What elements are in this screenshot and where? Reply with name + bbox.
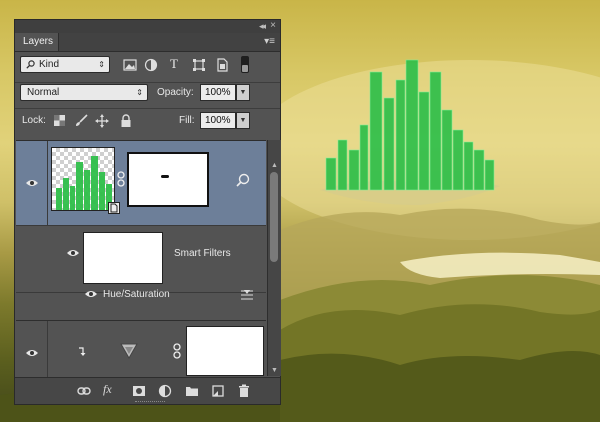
layer-mask-thumbnail[interactable] xyxy=(127,152,209,207)
blend-mode-label: Normal xyxy=(27,87,60,98)
gradient-map-adjustment-icon[interactable] xyxy=(120,343,138,359)
scroll-down-arrow-icon[interactable]: ▼ xyxy=(271,367,278,374)
scroll-up-arrow-icon[interactable]: ▲ xyxy=(271,162,278,169)
layer-row-smart-filters[interactable]: Smart Filters xyxy=(16,226,266,293)
panel-tab-bar: Layers ▾≡ xyxy=(15,33,280,52)
eye-icon xyxy=(26,180,38,186)
smart-filter-mask-thumbnail[interactable] xyxy=(83,232,163,284)
adjustment-filter-icon[interactable] xyxy=(144,58,158,72)
resize-grip[interactable] xyxy=(135,401,165,405)
pixel-filter-icon[interactable] xyxy=(123,58,137,72)
opacity-label: Opacity: xyxy=(157,87,194,98)
fill-input[interactable]: 100% xyxy=(200,112,236,129)
chain-link-icon[interactable] xyxy=(173,343,181,359)
clipping-arrow-icon xyxy=(79,347,86,356)
collapse-icon[interactable]: ◂◂ xyxy=(259,21,266,32)
kind-filter-label: Kind xyxy=(39,59,60,70)
chain-link-icon[interactable] xyxy=(117,171,125,187)
close-icon[interactable]: × xyxy=(270,20,276,31)
mask-icon[interactable] xyxy=(132,384,146,398)
lock-label: Lock: xyxy=(22,115,46,126)
tab-layers[interactable]: Layers xyxy=(15,33,59,51)
layer-row-adjustment[interactable] xyxy=(16,321,266,377)
panel-title-strip: ◂◂ × xyxy=(15,20,280,34)
smart-filters-label: Smart Filters xyxy=(174,248,231,259)
opacity-dropdown-arrow[interactable]: ▼ xyxy=(236,84,250,101)
smart-filter-link-icon[interactable] xyxy=(236,173,250,187)
lock-all-icon[interactable] xyxy=(119,114,133,128)
layer-row-city[interactable] xyxy=(16,141,266,226)
filter-blending-options-icon[interactable] xyxy=(240,289,254,301)
shape-filter-icon[interactable] xyxy=(192,58,206,72)
group-folder-icon[interactable] xyxy=(185,384,199,398)
visibility-toggle[interactable] xyxy=(16,141,48,225)
fx-icon[interactable]: fx xyxy=(103,382,112,397)
blend-mode-dropdown[interactable]: Normal ⇕ xyxy=(20,84,148,101)
hue-saturation-label: Hue/Saturation xyxy=(103,289,170,300)
lock-transparent-pixels-icon[interactable] xyxy=(54,115,65,126)
lock-row: Lock: Fill: 100% ▼ xyxy=(15,112,280,132)
blend-row: Normal ⇕ Opacity: 100% ▼ xyxy=(15,84,280,104)
opacity-input[interactable]: 100% xyxy=(200,84,236,101)
lock-image-pixels-icon[interactable] xyxy=(74,114,88,128)
kind-filter-dropdown[interactable]: Kind ⇕ xyxy=(20,56,110,73)
trash-icon[interactable] xyxy=(237,384,251,398)
visibility-toggle[interactable] xyxy=(16,321,48,377)
eye-icon[interactable] xyxy=(84,289,98,299)
layers-bottom-toolbar: fx xyxy=(15,377,280,404)
layers-scrollbar[interactable]: ▲ ▼ xyxy=(267,140,281,376)
layers-list: Smart Filters Hue/Saturation xyxy=(16,140,266,377)
fill-dropdown-arrow[interactable]: ▼ xyxy=(236,112,250,129)
eye-icon xyxy=(26,350,38,356)
smart-object-filter-icon[interactable] xyxy=(215,58,229,72)
filter-row: Kind ⇕ T xyxy=(15,56,280,78)
type-filter-icon[interactable]: T xyxy=(170,56,178,72)
eye-icon[interactable] xyxy=(66,248,80,258)
layers-panel: ◂◂ × Layers ▾≡ Kind ⇕ T Normal ⇕ Opacity… xyxy=(14,19,281,405)
lock-position-icon[interactable] xyxy=(95,114,109,128)
layer-row-hue-saturation[interactable]: Hue/Saturation xyxy=(16,289,266,321)
filter-toggle-switch[interactable] xyxy=(241,56,249,73)
fill-label: Fill: xyxy=(179,115,195,126)
link-icon[interactable] xyxy=(77,384,91,398)
layer-thumbnail[interactable] xyxy=(51,147,120,214)
adjustment-icon[interactable] xyxy=(158,384,172,398)
adjustment-mask-thumbnail[interactable] xyxy=(186,326,264,376)
updown-arrow-icon: ⇕ xyxy=(136,88,143,97)
smart-object-badge-icon xyxy=(108,202,120,214)
scroll-thumb[interactable] xyxy=(270,172,278,262)
city-thumbnail-art xyxy=(56,156,112,210)
search-icon xyxy=(26,60,35,69)
updown-arrow-icon: ⇕ xyxy=(98,60,105,69)
panel-menu-icon[interactable]: ▾≡ xyxy=(264,36,275,47)
new-layer-icon[interactable] xyxy=(211,384,225,398)
